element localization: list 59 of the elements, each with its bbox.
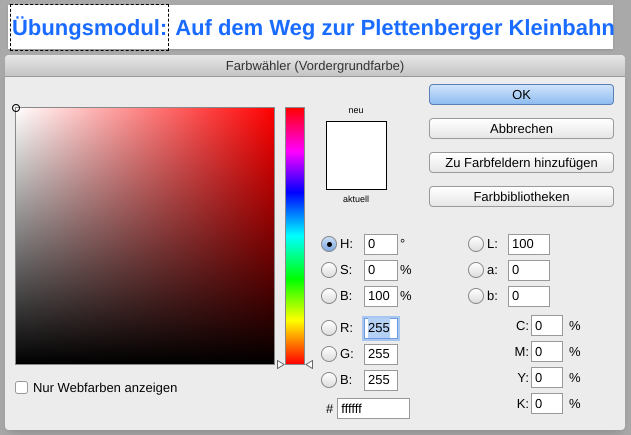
- radio-button[interactable]: [321, 288, 337, 304]
- value-input[interactable]: 0: [364, 260, 398, 280]
- value-input[interactable]: 0: [364, 234, 398, 254]
- unit-label: %: [569, 368, 581, 387]
- value-input[interactable]: 255: [364, 344, 398, 364]
- radio-button[interactable]: [321, 262, 337, 278]
- dialog-button[interactable]: Abbrechen: [429, 118, 614, 139]
- unit-label: %: [569, 342, 581, 361]
- unit-label: %: [400, 261, 412, 280]
- webcolors-checkbox[interactable]: Nur Webfarben anzeigen: [15, 378, 313, 398]
- field-label: C:: [515, 316, 529, 335]
- value-input[interactable]: 0: [531, 341, 563, 362]
- field-label: B:: [340, 371, 354, 390]
- radio-button[interactable]: [321, 372, 337, 388]
- radio-button[interactable]: [468, 236, 484, 252]
- unit-label: °: [400, 235, 406, 254]
- field-label: M:: [514, 342, 529, 361]
- dialog-button[interactable]: OK: [429, 84, 614, 105]
- value-input[interactable]: 0: [531, 315, 563, 336]
- unit-label: %: [569, 394, 581, 413]
- value-input[interactable]: 100: [508, 234, 550, 254]
- banner-label: Übungsmodul:: [10, 4, 170, 50]
- preview-current-label: aktuell: [342, 192, 369, 206]
- field-label: L:: [487, 235, 499, 254]
- color-preview: [326, 120, 386, 190]
- value-input[interactable]: 255: [364, 318, 398, 338]
- field-label: S:: [340, 261, 354, 280]
- field-label: Y:: [516, 368, 529, 387]
- value-input[interactable]: 100: [364, 286, 398, 306]
- radio-button[interactable]: [468, 288, 484, 304]
- field-label: G:: [340, 345, 355, 364]
- value-input[interactable]: 0: [531, 367, 563, 388]
- field-label: K:: [516, 394, 529, 413]
- unit-label: %: [400, 287, 412, 306]
- radio-button[interactable]: [468, 262, 484, 278]
- banner-title: Auf dem Weg zur Plettenberger Kleinbahn: [175, 14, 615, 42]
- slider-thumb[interactable]: [277, 360, 313, 369]
- unit-label: %: [569, 316, 581, 335]
- field-label: a:: [487, 261, 499, 280]
- field-label: B:: [340, 287, 354, 306]
- field-label: b:: [487, 287, 499, 306]
- hex-label: #: [326, 400, 334, 418]
- hex-input[interactable]: ffffff: [337, 398, 410, 419]
- color-marker-icon: [12, 104, 20, 112]
- value-input[interactable]: 0: [531, 393, 563, 414]
- dialog-button[interactable]: Zu Farbfeldern hinzufügen: [429, 152, 614, 173]
- preview-new-label: neu: [348, 104, 364, 117]
- radio-button[interactable]: [321, 320, 337, 336]
- color-field[interactable]: [15, 107, 275, 365]
- value-input[interactable]: 0: [508, 286, 550, 306]
- radio-button[interactable]: [321, 236, 337, 252]
- value-input[interactable]: 0: [508, 260, 550, 280]
- hue-slider[interactable]: [277, 107, 313, 370]
- field-label: R:: [340, 319, 354, 338]
- value-input[interactable]: 255: [364, 370, 398, 390]
- window-title: Farbwähler (Vordergrundfarbe): [226, 56, 404, 75]
- dialog-button[interactable]: Farbbibliotheken: [429, 186, 614, 207]
- radio-button[interactable]: [321, 346, 337, 362]
- field-label: H:: [340, 235, 354, 254]
